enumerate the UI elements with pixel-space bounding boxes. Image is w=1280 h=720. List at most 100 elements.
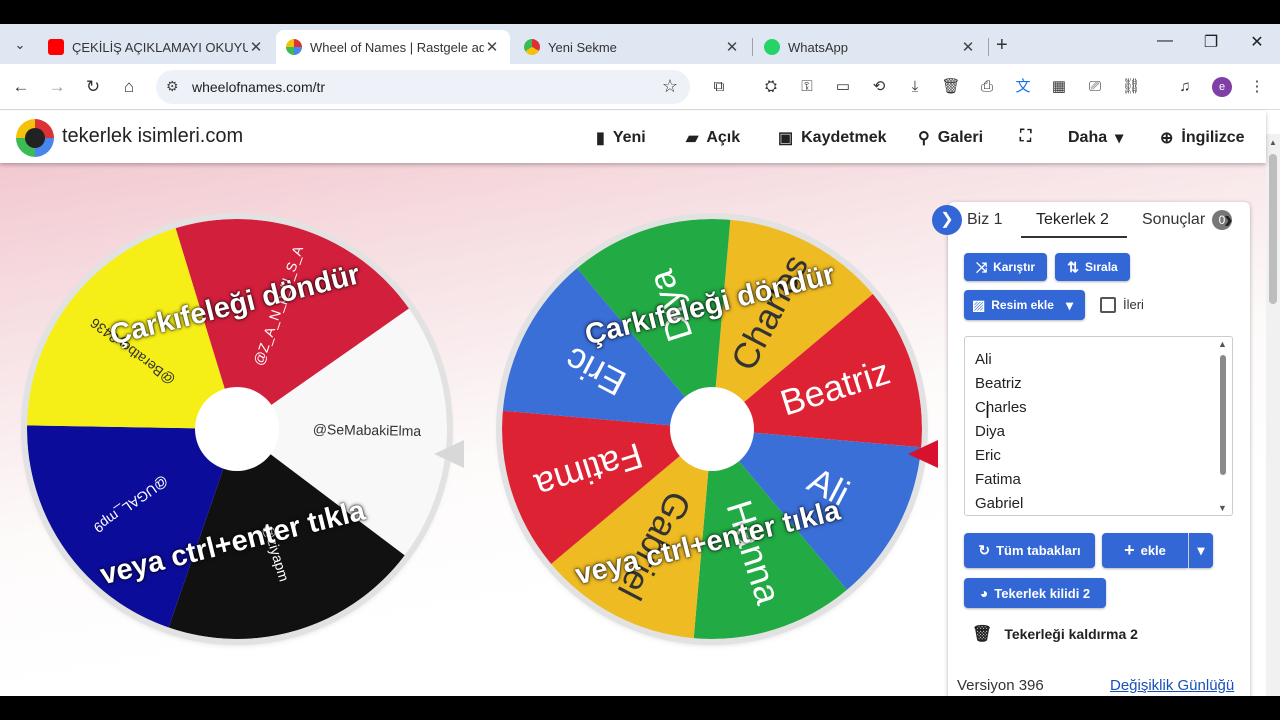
close-icon[interactable]: ✕ — [484, 38, 500, 56]
profile-avatar[interactable]: e — [1212, 77, 1232, 97]
minimize-icon[interactable]: — — [1150, 32, 1180, 50]
wheel-1-pointer — [434, 440, 464, 468]
version-text: Versiyon 396 — [957, 677, 1044, 694]
list-item: Gabriel — [975, 495, 1024, 512]
page-scrollbar[interactable]: ▲ ▼ — [1266, 134, 1280, 696]
qr-code-icon[interactable]: ▦ — [1048, 76, 1070, 98]
menu-save[interactable]: ▣ Kaydetmek — [778, 128, 887, 148]
caret-down-icon: ▾ — [1115, 130, 1124, 147]
plus-icon: + — [1124, 540, 1135, 560]
address-bar[interactable]: ⚙ wheelofnames.com/tr ☆ — [156, 70, 690, 104]
file-icon: ▮ — [596, 130, 605, 147]
tab-youtube[interactable]: ÇEKİLİŞ AÇIKLAMAYI OKUYUN ✕ — [38, 30, 274, 64]
link-icon[interactable]: ⛓ — [1120, 76, 1142, 98]
close-icon[interactable]: ✕ — [248, 38, 264, 56]
tab-wheel-1[interactable]: Biz 1 — [967, 211, 1003, 229]
names-textarea[interactable]: Ali Beatriz Charles Diya Eric Fatima Gab… — [964, 336, 1233, 516]
collapse-panel-button[interactable]: ❯ — [932, 205, 962, 235]
tab-wheel-of-names[interactable]: Wheel of Names | Rastgele ad se ✕ — [276, 30, 510, 64]
fullscreen-button[interactable]: ⛶ — [1020, 128, 1031, 146]
browser-toolbar: ← → ↻ ⌂ ⚙ wheelofnames.com/tr ☆ ⧉ ⛭ ⚿ ▭ … — [0, 64, 1280, 110]
tab-wheel-2[interactable]: Tekerlek 2 — [1036, 211, 1109, 229]
new-tab-icon[interactable]: + — [996, 34, 1008, 57]
key-icon[interactable]: ⚿ — [796, 76, 818, 98]
scroll-down-icon[interactable]: ▼ — [1218, 503, 1227, 513]
palette-icon: ◕ — [979, 585, 989, 601]
wheel-2-pointer — [908, 440, 938, 468]
trash-icon: 🗑 — [972, 626, 993, 643]
wheel-2-hub[interactable] — [670, 387, 754, 471]
tab-title: Yeni Sekme — [548, 39, 617, 55]
bookmark-star-icon[interactable]: ☆ — [662, 76, 678, 97]
media-control-icon[interactable]: ♫ — [1174, 76, 1196, 98]
translate-icon[interactable]: 文 — [1012, 76, 1034, 98]
page-scroll-thumb[interactable] — [1269, 154, 1277, 304]
extensions-icon[interactable]: ⧉ — [708, 76, 730, 98]
globe-icon: ⊕ — [1160, 130, 1174, 147]
site-logo[interactable] — [16, 119, 54, 157]
add-image-button[interactable]: ▨ Resim ekle ▾ — [964, 290, 1085, 320]
advanced-checkbox[interactable] — [1100, 297, 1116, 313]
scroll-up-icon[interactable]: ▲ — [1269, 138, 1277, 147]
menu-language-label: İngilizce — [1181, 129, 1245, 146]
home-icon[interactable]: ⌂ — [118, 76, 140, 98]
tab-new-tab[interactable]: Yeni Sekme ✕ — [514, 30, 750, 64]
print-icon[interactable]: ⎙ — [976, 76, 998, 98]
close-icon[interactable]: ✕ — [724, 38, 740, 56]
wheel-icon — [286, 39, 302, 55]
menu-new[interactable]: ▮ Yeni — [596, 128, 646, 148]
url-text[interactable]: wheelofnames.com/tr — [192, 79, 325, 95]
scroll-up-icon[interactable]: ▲ — [1218, 339, 1227, 349]
chevron-right-icon[interactable]: › — [1224, 204, 1233, 235]
history-icon[interactable]: ⟲ — [868, 76, 890, 98]
list-item: Beatriz — [975, 375, 1022, 392]
tab-title: Wheel of Names | Rastgele ad se — [310, 39, 484, 55]
add-image-label: Resim ekle — [991, 298, 1054, 312]
incognito-icon[interactable]: ⛭ — [760, 76, 782, 98]
advanced-label: İleri — [1123, 297, 1144, 312]
tab-search-icon[interactable]: ⌄ — [8, 33, 32, 57]
whatsapp-icon — [764, 39, 780, 55]
names-scrollbar[interactable] — [1220, 355, 1226, 475]
restore-icon[interactable]: ❐ — [1196, 32, 1226, 52]
menu-language[interactable]: ⊕ İngilizce — [1160, 128, 1245, 148]
reload-icon[interactable]: ↻ — [82, 76, 104, 98]
tab-divider — [752, 38, 753, 56]
list-item: Diya — [975, 423, 1006, 440]
close-icon[interactable]: ✕ — [960, 38, 976, 56]
menu-open[interactable]: ▰ Açık — [686, 128, 740, 148]
sort-button[interactable]: ⇅ Sırala — [1055, 253, 1130, 281]
tab-results[interactable]: Sonuçlar — [1142, 211, 1205, 229]
folder-icon: ▰ — [686, 130, 699, 147]
wheel-1-hub[interactable] — [195, 387, 279, 471]
site-header: tekerlek isimleri.com ▮ Yeni ▰ Açık ▣ Ka… — [0, 111, 1266, 163]
site-name[interactable]: tekerlek isimleri.com — [62, 125, 243, 148]
shuffle-button[interactable]: ⤨ Karıştır — [964, 253, 1047, 281]
download-icon[interactable]: ⤓ — [904, 76, 926, 98]
delete-icon[interactable]: 🗑 — [940, 76, 962, 98]
wheel-2[interactable]: Charles Beatriz Ali Hanna Gabriel Fatima Eric D… — [502, 219, 922, 639]
wheel-1[interactable]: @Z_A_N_p_U_S_A @SeMabakiElma @ziyapm @UGAL_… — [27, 219, 447, 639]
card-icon[interactable]: ▭ — [832, 76, 854, 98]
forward-icon[interactable]: → — [46, 76, 68, 98]
back-icon[interactable]: ← — [10, 76, 32, 98]
changelog-link[interactable]: Değişiklik Günlüğü — [1110, 677, 1234, 694]
add-dropdown-button[interactable]: ▾ — [1189, 533, 1213, 568]
all-wheels-button[interactable]: ↻ Tüm tabakları — [964, 533, 1095, 568]
cast-icon[interactable]: ⎚ — [1084, 76, 1106, 98]
menu-gallery[interactable]: ⚲ Galeri — [918, 128, 983, 148]
text-cursor-icon: I — [985, 402, 991, 422]
tab-whatsapp[interactable]: WhatsApp ✕ — [754, 30, 986, 64]
shuffle-icon: ⤨ — [975, 258, 988, 275]
remove-wheel-button[interactable]: 🗑 Tekerleği kaldırma 2 — [972, 624, 1138, 644]
close-window-icon[interactable]: ✕ — [1242, 32, 1272, 52]
menu-save-label: Kaydetmek — [801, 129, 887, 146]
tab-title: ÇEKİLİŞ AÇIKLAMAYI OKUYUN — [72, 39, 248, 55]
add-button[interactable]: + ekle — [1102, 533, 1188, 568]
add-label: ekle — [1140, 543, 1166, 558]
menu-kebab-icon[interactable]: ⋮ — [1246, 76, 1268, 98]
site-info-icon[interactable]: ⚙ — [166, 78, 179, 95]
sort-label: Sırala — [1085, 260, 1118, 274]
wheel-lock-button[interactable]: ◕ Tekerlek kilidi 2 — [964, 578, 1106, 608]
menu-more[interactable]: Daha ▾ — [1068, 128, 1123, 148]
